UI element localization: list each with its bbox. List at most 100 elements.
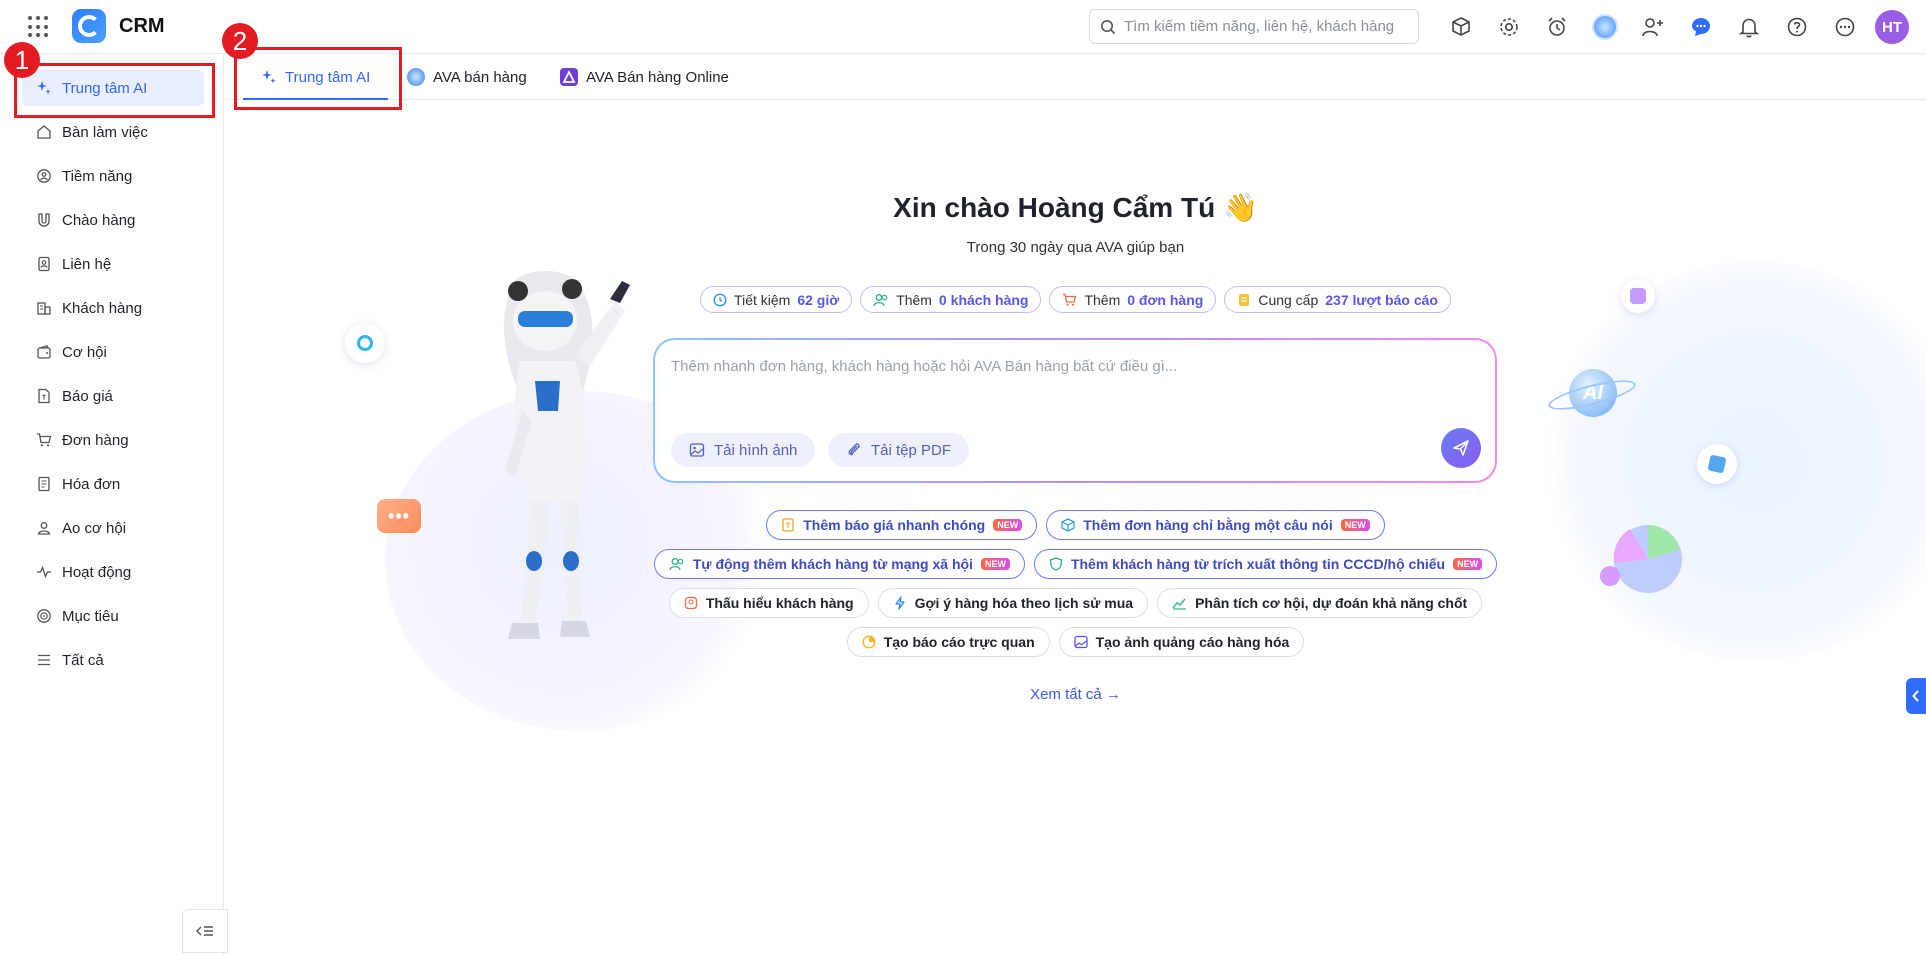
new-badge: NEW — [1453, 558, 1483, 570]
shield-icon — [1049, 557, 1063, 571]
users-icon — [669, 558, 684, 571]
alarm-clock-icon[interactable] — [1539, 9, 1575, 45]
crm-logo-icon — [72, 9, 106, 43]
ava-avatar-icon — [407, 68, 425, 86]
sidebar-item-invoices[interactable]: Hóa đơn — [22, 466, 204, 502]
alexa-bubble-icon — [345, 323, 385, 363]
suggestion-ad-image[interactable]: Tạo ảnh quảng cáo hàng hóa — [1058, 627, 1305, 657]
cube-deco-icon — [1697, 444, 1737, 484]
sidebar-item-label: Đơn hàng — [62, 431, 129, 449]
suggestion-quick-quote[interactable]: Thêm báo giá nhanh chóng NEW — [766, 510, 1038, 540]
top-bar: CRM HT — [0, 0, 1926, 54]
image-icon — [689, 443, 705, 457]
chevron-left-icon — [1912, 690, 1919, 702]
sidebar-item-all[interactable]: Tất cả — [22, 642, 204, 678]
send-button[interactable] — [1441, 428, 1481, 468]
home-icon — [36, 124, 52, 140]
tab-bar: Trung tâm AI AVA bán hàng AVA Bán hàng O… — [225, 54, 1926, 100]
tab-label: AVA bán hàng — [433, 68, 527, 86]
chat-icon[interactable] — [1683, 9, 1719, 45]
sidebar-item-label: Hoạt động — [62, 563, 132, 581]
greeting-subtitle: Trong 30 ngày qua AVA giúp bạn — [966, 239, 1185, 256]
collapse-sidebar-button[interactable] — [182, 909, 228, 953]
suggestion-product-recommend[interactable]: Gợi ý hàng hóa theo lịch sử mua — [877, 588, 1149, 618]
stat-new-orders: Thêm 0 đơn hàng — [1049, 286, 1217, 313]
new-badge: NEW — [993, 519, 1023, 531]
upload-image-button[interactable]: Tải hình ảnh — [671, 433, 816, 467]
cart-icon — [1063, 293, 1077, 306]
suggestion-opportunity-analysis[interactable]: Phân tích cơ hội, dự đoán khả năng chốt — [1157, 588, 1483, 618]
sidebar-item-label: Cơ hội — [62, 343, 107, 361]
bell-icon[interactable] — [1731, 9, 1767, 45]
suggestion-id-extract[interactable]: Thêm khách hàng từ trích xuất thông tin … — [1033, 549, 1498, 579]
invoice-icon — [36, 476, 52, 492]
activity-icon — [36, 564, 52, 580]
box-settings-icon[interactable] — [1443, 9, 1479, 45]
sidebar-item-label: Tiềm năng — [62, 167, 133, 185]
ai-prompt-input[interactable] — [671, 358, 1471, 398]
sidebar-item-label: Mục tiêu — [62, 607, 119, 625]
gear-icon[interactable] — [1491, 9, 1527, 45]
clock-icon — [713, 292, 727, 307]
suggestion-visual-report[interactable]: Tạo báo cáo trực quan — [846, 627, 1050, 657]
more-icon[interactable] — [1827, 9, 1863, 45]
search-icon — [1101, 19, 1116, 34]
new-badge: NEW — [1340, 519, 1370, 531]
sidebar-item-opportunity-pool[interactable]: Ao cơ hội — [22, 510, 204, 546]
insight-icon — [684, 596, 697, 610]
help-icon[interactable] — [1779, 9, 1815, 45]
sidebar-item-customers[interactable]: Khách hàng — [22, 290, 204, 326]
contact-book-icon — [36, 256, 52, 272]
ava-online-logo-icon — [560, 68, 578, 86]
callout-number-2: 2 — [222, 23, 258, 59]
sidebar-item-activities[interactable]: Hoạt động — [22, 554, 204, 590]
tab-label: AVA Bán hàng Online — [586, 68, 729, 86]
suggestion-order-by-voice[interactable]: Thêm đơn hàng chỉ bằng một câu nói NEW — [1046, 510, 1385, 540]
menu-icon — [36, 652, 52, 668]
expand-panel-button[interactable] — [1906, 678, 1926, 714]
sidebar-item-contacts[interactable]: Liên hệ — [22, 246, 204, 282]
ai-planet-icon: AI — [1545, 363, 1639, 423]
sidebar-item-goals[interactable]: Mục tiêu — [22, 598, 204, 634]
upload-pdf-button[interactable]: Tải tệp PDF — [828, 433, 970, 467]
paperclip-icon — [848, 443, 860, 456]
user-avatar[interactable]: HT — [1875, 10, 1909, 44]
wallet-icon — [36, 344, 52, 360]
suggestion-social-customers[interactable]: Tự động thêm khách hàng từ mạng xã hội N… — [653, 549, 1025, 579]
trend-chart-icon — [1172, 598, 1187, 610]
sidebar-item-opportunities[interactable]: Cơ hội — [22, 334, 204, 370]
callout-box-1 — [14, 63, 215, 118]
quote-doc-icon — [36, 388, 52, 404]
collapse-icon — [196, 926, 213, 936]
suggestion-understand-customers[interactable]: Thấu hiểu khách hàng — [668, 588, 869, 618]
quote-doc-icon — [782, 518, 794, 532]
ava-assistant-icon[interactable] — [1587, 9, 1623, 45]
tab-ava-sales[interactable]: AVA bán hàng — [407, 54, 527, 100]
sidebar-item-label: Hóa đơn — [62, 475, 121, 493]
sidebar-item-quotes[interactable]: Báo giá — [22, 378, 204, 414]
stat-new-customers: Thêm 0 khách hàng — [860, 286, 1042, 313]
see-all-link[interactable]: Xem tất cả → — [225, 686, 1926, 703]
suggestion-row: Tạo báo cáo trực quan Tạo ảnh quảng cáo … — [225, 627, 1926, 657]
sidebar-item-offers[interactable]: Chào hàng — [22, 202, 204, 238]
magnet-icon — [36, 212, 52, 228]
sidebar-item-workspace[interactable]: Bàn làm việc — [22, 114, 204, 150]
sidebar-item-label: Ao cơ hội — [62, 519, 127, 537]
tab-ava-online[interactable]: AVA Bán hàng Online — [560, 54, 729, 100]
sidebar-item-orders[interactable]: Đơn hàng — [22, 422, 204, 458]
ai-center-panel: ••• AI Xin chào Hoàng Cẩm Tú 👋 Trong 30 … — [225, 101, 1926, 955]
sidebar-item-label: Tất cả — [62, 651, 104, 669]
search-input[interactable] — [1124, 18, 1404, 35]
sidebar: Trung tâm AI Bàn làm việc Tiềm năng Chào… — [4, 54, 228, 955]
global-search[interactable] — [1089, 9, 1419, 44]
ai-prompt-box: Tải hình ảnh Tải tệp PDF — [653, 338, 1497, 483]
greeting-heading: Xin chào Hoàng Cẩm Tú 👋 — [893, 192, 1258, 223]
building-icon — [36, 300, 52, 316]
add-user-icon[interactable] — [1635, 9, 1671, 45]
goal-icon — [36, 608, 52, 624]
sidebar-item-leads[interactable]: Tiềm năng — [22, 158, 204, 194]
app-launcher-icon[interactable] — [28, 16, 50, 38]
suggestion-row: Thêm báo giá nhanh chóng NEW Thêm đơn hà… — [225, 510, 1926, 540]
users-icon — [873, 293, 888, 306]
suggestion-row: Thấu hiểu khách hàng Gợi ý hàng hóa theo… — [225, 588, 1926, 618]
